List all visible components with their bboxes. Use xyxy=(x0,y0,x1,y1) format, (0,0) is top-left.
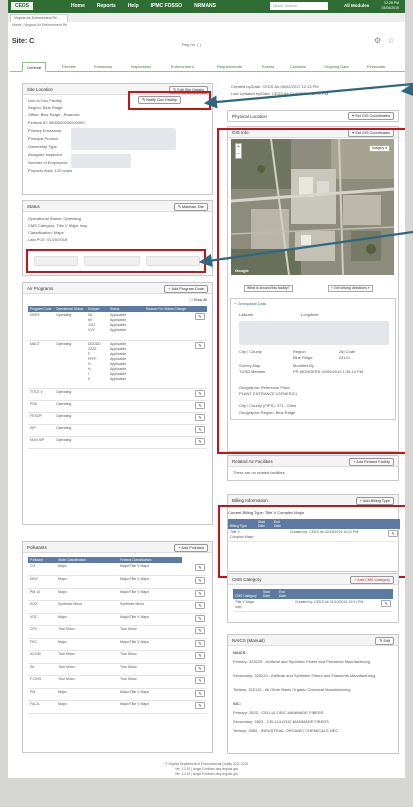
arrow-to-status xyxy=(198,230,413,267)
arrow-to-gov-facility xyxy=(203,82,413,109)
arrow-to-physical xyxy=(400,83,413,97)
annotation-arrows xyxy=(198,82,413,267)
